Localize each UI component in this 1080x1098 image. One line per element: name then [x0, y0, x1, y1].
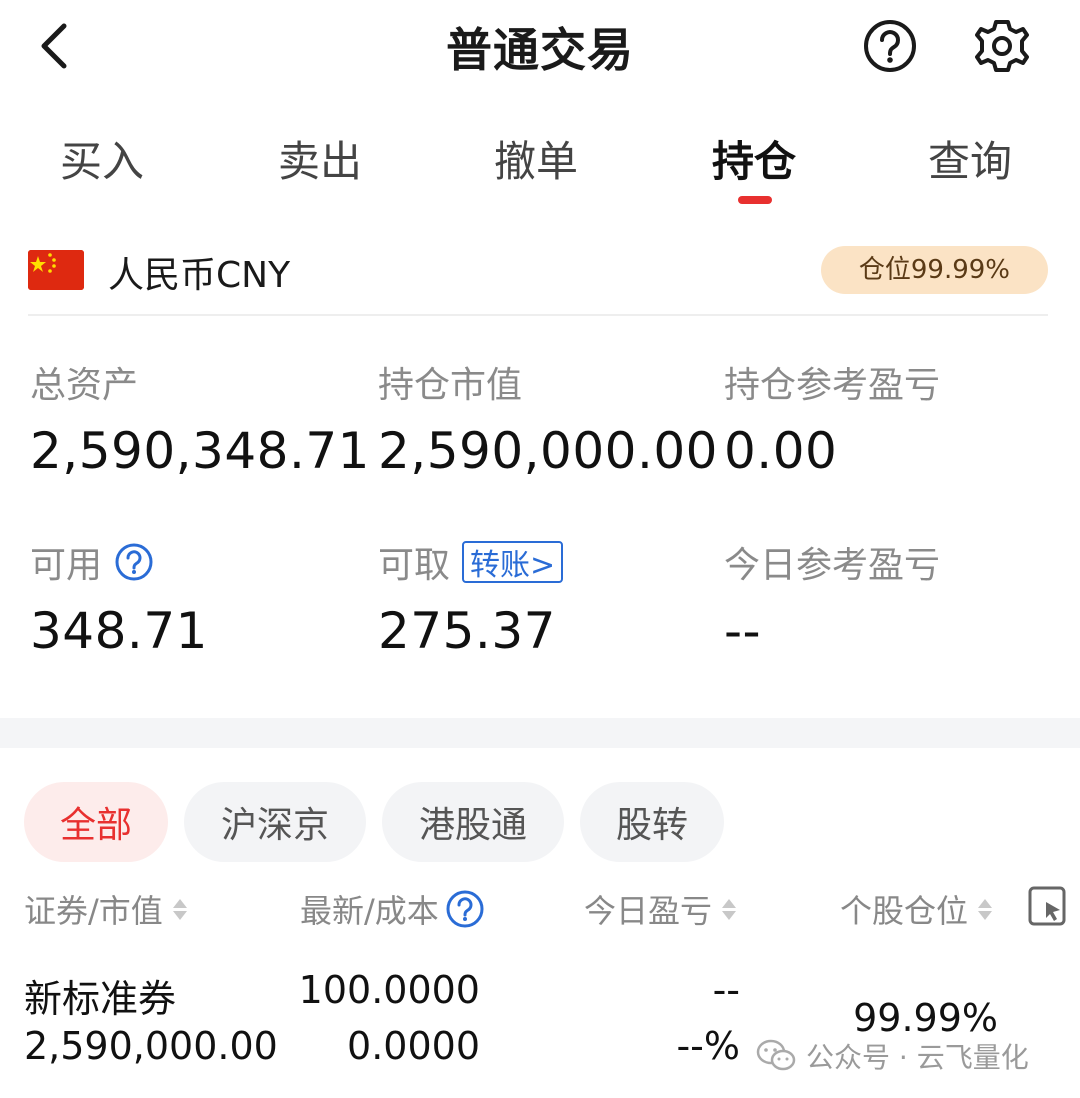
watermark: 公众号 · 云飞量化 [756, 1032, 1029, 1080]
available-value: 348.71 [30, 602, 208, 660]
row-cost: 0.0000 [347, 1024, 480, 1068]
tab-query[interactable]: 查询 [880, 128, 1060, 189]
available-label: 可用 [30, 545, 103, 586]
withdrawable-label: 可取 [378, 545, 451, 586]
column-header-position-ratio[interactable]: 个股仓位 [840, 886, 993, 932]
help-button[interactable] [862, 18, 918, 74]
settings-button[interactable] [972, 16, 1032, 76]
tab-sell[interactable]: 卖出 [230, 128, 410, 189]
question-circle-icon [864, 20, 916, 72]
withdrawable-value: 275.37 [378, 602, 556, 660]
column-header-today-pnl[interactable]: 今日盈亏 [584, 886, 737, 932]
today-pnl-label: 今日参考盈亏 [724, 545, 941, 586]
question-circle-icon[interactable] [114, 542, 154, 582]
row-market-value: 2,590,000.00 [24, 1024, 278, 1068]
total-assets-value: 2,590,348.71 [30, 422, 370, 480]
filter-chip-all[interactable]: 全部 [24, 782, 168, 862]
row-latest-price: 100.0000 [298, 968, 480, 1012]
holding-pnl-label: 持仓参考盈亏 [724, 365, 941, 406]
watermark-text: 公众号 · 云飞量化 [806, 1041, 1029, 1074]
row-security-name[interactable]: 新标准券 [24, 968, 176, 1023]
transfer-link[interactable]: 转账> [462, 541, 564, 583]
today-pnl-value: -- [724, 602, 762, 660]
row-today-pnl-pct: --% [676, 1024, 740, 1068]
tab-cancel-order[interactable]: 撤单 [446, 128, 626, 189]
market-value-value: 2,590,000.00 [378, 422, 718, 480]
tab-positions[interactable]: 持仓 [664, 128, 844, 189]
question-circle-icon[interactable] [445, 889, 485, 929]
stat-withdrawable: 可取 转账> 275.37 [378, 536, 564, 660]
column-header-price-cost: 最新/成本 [300, 886, 485, 932]
stat-total-assets: 总资产 2,590,348.71 [30, 356, 370, 480]
divider [28, 314, 1048, 316]
sort-icon [722, 898, 737, 920]
gear-icon [975, 20, 1029, 72]
currency-label: 人民币CNY [108, 255, 291, 296]
trade-tabs: 买入 卖出 撤单 持仓 查询 [0, 118, 1080, 210]
market-value-label: 持仓市值 [378, 365, 523, 406]
stat-holding-pnl: 持仓参考盈亏 0.00 [724, 356, 940, 480]
total-assets-label: 总资产 [30, 365, 139, 406]
active-tab-indicator [738, 196, 772, 204]
sort-icon [978, 898, 993, 920]
section-separator [0, 718, 1080, 748]
sort-icon [172, 898, 187, 920]
page-title: 普通交易 [446, 23, 634, 77]
holding-pnl-value: 0.00 [724, 422, 838, 480]
column-settings-button[interactable] [1026, 884, 1070, 928]
column-header-security[interactable]: 证券/市值 [24, 886, 187, 932]
row-today-pnl: -- [712, 968, 740, 1012]
filter-chip-neeq[interactable]: 股转 [580, 782, 724, 862]
tab-buy[interactable]: 买入 [12, 128, 192, 189]
top-bar: 普通交易 [0, 0, 1080, 92]
column-settings-icon [1028, 886, 1066, 926]
position-ratio-badge: 仓位99.99% [820, 246, 1048, 294]
china-flag-icon [28, 250, 84, 290]
filter-chip-sh-sz-bj[interactable]: 沪深京 [184, 782, 366, 862]
wechat-icon [756, 1039, 796, 1071]
stat-today-pnl: 今日参考盈亏 -- [724, 536, 940, 660]
stat-market-value: 持仓市值 2,590,000.00 [378, 356, 718, 480]
filter-chip-hk-connect[interactable]: 港股通 [382, 782, 564, 862]
currency-row: 人民币CNY 仓位99.99% [28, 246, 1048, 302]
stat-available: 可用 348.71 [30, 536, 208, 660]
